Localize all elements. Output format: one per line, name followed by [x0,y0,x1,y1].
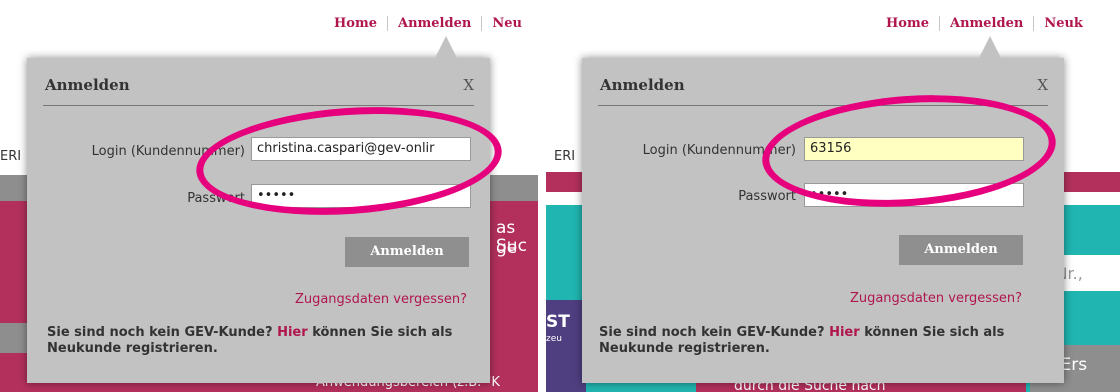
bg-text-s2: Suc [496,236,527,256]
bg-text-st: ST [546,312,570,332]
nav-neukunde[interactable]: Neuk [1033,16,1093,31]
register-note-prefix: Sie sind noch kein GEV-Kunde? [47,325,273,340]
dialog-divider [43,105,474,106]
top-nav: Home Anmelden Neu [334,16,532,31]
password-input[interactable]: ••••• [251,184,471,208]
close-icon[interactable]: X [1037,76,1048,94]
dialog-pointer [979,36,1001,58]
register-link[interactable]: Hier [829,325,860,340]
nav-neukunde[interactable]: Neu [481,16,532,31]
close-icon[interactable]: X [463,76,474,94]
bg-text-edge: ERI [0,149,22,164]
login-dialog: Anmelden X Login (Kundennummer) christin… [27,36,490,383]
login-submit-button[interactable]: Anmelden [899,235,1023,265]
dialog-title: Anmelden [600,76,685,94]
password-label: Passwort [187,191,245,206]
left-screenshot: ERI as ge Suc Anwendungsbereich (z.B. "K… [0,0,538,392]
register-note-prefix: Sie sind noch kein GEV-Kunde? [599,325,825,340]
password-label: Passwort [738,189,796,204]
right-screenshot: ERI ST zeu M-Nr., te Ers durch die Suche… [546,0,1120,392]
dialog-title: Anmelden [45,76,130,94]
bg-text-edge: ERI [554,149,576,164]
top-nav: Home Anmelden Neuk [886,16,1093,31]
login-label: Login (Kundennummer) [91,144,245,159]
nav-home[interactable]: Home [886,16,939,31]
nav-anmelden[interactable]: Anmelden [938,16,1033,31]
login-label: Login (Kundennummer) [642,143,796,158]
login-input[interactable]: christina.caspari@gev-onlir [251,137,471,161]
dialog-pointer [435,36,457,58]
bg-text-zeug: zeu [546,334,562,344]
forgot-credentials-link[interactable]: Zugangsdaten vergessen? [850,291,1022,306]
forgot-credentials-link[interactable]: Zugangsdaten vergessen? [295,292,467,307]
nav-anmelden[interactable]: Anmelden [386,16,481,31]
register-note: Sie sind noch kein GEV-Kunde? Hier könne… [599,325,1019,357]
dialog-divider [598,105,1048,106]
login-input[interactable]: 63156 [804,137,1024,161]
login-submit-button[interactable]: Anmelden [345,237,469,267]
register-note: Sie sind noch kein GEV-Kunde? Hier könne… [47,325,467,357]
password-input[interactable]: ••••• [804,183,1024,207]
nav-home[interactable]: Home [334,16,387,31]
login-dialog: Anmelden X Login (Kundennummer) 63156 Pa… [582,36,1064,383]
register-link[interactable]: Hier [277,325,308,340]
